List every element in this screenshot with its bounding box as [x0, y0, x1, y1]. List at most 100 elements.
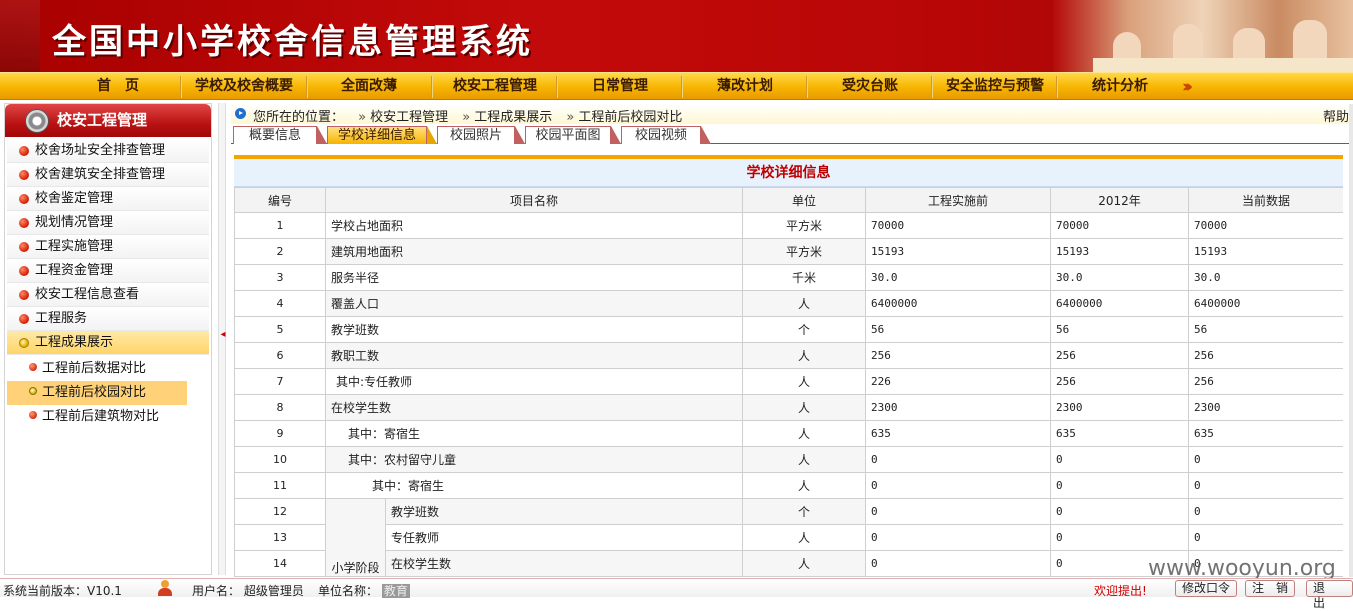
sidebar-item-service[interactable]: 工程服务	[7, 307, 209, 331]
location-icon	[235, 108, 246, 119]
table-row: 5 教学班数 个 56 56 56	[234, 316, 1343, 343]
bullet-icon	[19, 338, 29, 348]
vertical-scrollbar[interactable]	[1349, 104, 1353, 577]
header-students-photo	[1053, 0, 1353, 72]
sidebar-item-results[interactable]: 工程成果展示	[7, 331, 209, 355]
column-header: 单位	[742, 187, 867, 213]
item-unit: 人	[742, 290, 867, 317]
value-before: 0	[865, 498, 1052, 525]
detail-panel: 学校详细信息 编号 项目名称 单位 工程实施前 2012年 当前数据 1 学校占…	[234, 155, 1343, 577]
row-number: 10	[234, 446, 326, 473]
item-unit: 人	[742, 550, 867, 577]
nav-daily-management[interactable]: 日常管理	[558, 73, 682, 100]
sidebar: 校安工程管理 校舍场址安全排查管理 校舍建筑安全排查管理 校舍鉴定管理 规划情况…	[4, 103, 212, 575]
table-row: 1 学校占地面积 平方米 70000 70000 70000	[234, 212, 1343, 239]
item-name: 其中:专任教师	[324, 368, 744, 395]
value-current: 635	[1188, 420, 1343, 447]
value-2012: 2300	[1050, 394, 1190, 421]
sidebar-item-building-safety[interactable]: 校舍建筑安全排查管理	[7, 163, 209, 187]
exit-button[interactable]: 退 出	[1306, 580, 1353, 610]
value-2012: 0	[1050, 446, 1190, 473]
sidebar-item-label: 工程成果展示	[35, 335, 114, 350]
logout-button[interactable]: 注 销	[1245, 580, 1296, 597]
row-number: 4	[234, 290, 326, 317]
table-row: 10 其中：农村留守儿童 人 0 0 0	[234, 446, 1343, 473]
nav-improvement-plan[interactable]: 薄改计划	[683, 73, 807, 100]
item-unit: 千米	[742, 264, 867, 291]
tab-school-detail[interactable]: 学校详细信息	[327, 126, 437, 144]
item-name: 教学班数	[384, 498, 744, 525]
row-number: 6	[234, 342, 326, 369]
nav-disaster-ledger[interactable]: 受灾台账	[808, 73, 932, 100]
sidebar-splitter[interactable]: ◂	[218, 103, 226, 575]
tab-campus-photos[interactable]: 校园照片	[437, 126, 525, 144]
sidebar-subitem-data-compare[interactable]: 工程前后数据对比	[7, 357, 209, 381]
collapse-arrow-icon[interactable]: ◂	[219, 329, 227, 340]
value-before: 6400000	[865, 290, 1052, 317]
bullet-icon	[29, 387, 37, 395]
tab-campus-plan[interactable]: 校园平面图	[525, 126, 621, 144]
item-unit: 个	[742, 498, 867, 525]
sidebar-item-planning[interactable]: 规划情况管理	[7, 211, 209, 235]
help-link[interactable]: 帮助	[1323, 106, 1349, 125]
value-2012: 0	[1050, 524, 1190, 551]
breadcrumb-prefix: 您所在的位置：	[253, 110, 345, 125]
row-number: 2	[234, 238, 326, 265]
sidebar-item-label: 校舍建筑安全排查管理	[35, 167, 166, 182]
tab-campus-video[interactable]: 校园视频	[621, 126, 711, 144]
item-unit: 个	[742, 316, 867, 343]
unit-value: 教育	[381, 584, 410, 598]
item-unit: 人	[742, 524, 867, 551]
tab-overview[interactable]: 概要信息	[233, 126, 327, 144]
bullet-icon	[29, 411, 37, 419]
nav-full-improvement[interactable]: 全面改薄	[308, 73, 430, 100]
sidebar-item-appraisal[interactable]: 校舍鉴定管理	[7, 187, 209, 211]
nav-arrows-icon: ›››	[1182, 77, 1193, 97]
sidebar-subitem-label: 工程前后校园对比	[42, 385, 147, 400]
row-number: 1	[234, 212, 326, 239]
detail-title: 学校详细信息	[234, 159, 1343, 187]
sidebar-subitem-building-compare[interactable]: 工程前后建筑物对比	[7, 405, 209, 429]
bullet-icon	[19, 194, 29, 204]
item-name: 学校占地面积	[324, 212, 744, 239]
sidebar-subitem-campus-compare[interactable]: 工程前后校园对比	[7, 381, 187, 405]
sidebar-item-site-safety[interactable]: 校舍场址安全排查管理	[7, 139, 209, 163]
value-2012: 30.0	[1050, 264, 1190, 291]
nav-school-overview[interactable]: 学校及校舍概要	[182, 73, 306, 100]
sidebar-item-implementation[interactable]: 工程实施管理	[7, 235, 209, 259]
nav-home[interactable]: 首 页	[58, 73, 178, 100]
table-row: 9 其中：寄宿生 人 635 635 635	[234, 420, 1343, 447]
chevron-right-icon: »	[566, 110, 575, 125]
row-number: 3	[234, 264, 326, 291]
nav-school-safety[interactable]: 校安工程管理	[433, 73, 557, 100]
value-current: 2300	[1188, 394, 1343, 421]
item-name: 其中：寄宿生	[324, 420, 744, 447]
bullet-icon	[19, 242, 29, 252]
breadcrumb-level-2[interactable]: 工程成果展示	[474, 110, 552, 125]
bullet-icon	[29, 363, 37, 371]
column-header: 当前数据	[1188, 187, 1343, 213]
sidebar-item-info-view[interactable]: 校安工程信息查看	[7, 283, 209, 307]
change-password-button[interactable]: 修改口令	[1175, 580, 1238, 597]
row-number: 12	[234, 498, 326, 525]
value-before: 0	[865, 550, 1052, 577]
sidebar-item-label: 校舍场址安全排查管理	[35, 143, 166, 158]
table-row: 12 小学阶段 教学班数 个 0 0 0	[234, 498, 1343, 577]
sidebar-item-funding[interactable]: 工程资金管理	[7, 259, 209, 283]
value-before: 15193	[865, 238, 1052, 265]
group-label: 小学阶段	[325, 498, 386, 577]
item-name: 建筑用地面积	[324, 238, 744, 265]
app-header: 全国中小学校舍信息管理系统	[0, 0, 1353, 72]
sidebar-item-label: 校安工程信息查看	[35, 287, 140, 302]
bullet-icon	[19, 146, 29, 156]
nav-safety-monitoring[interactable]: 安全监控与预警	[933, 73, 1057, 100]
nav-statistics[interactable]: 统计分析	[1058, 73, 1182, 100]
bullet-icon	[19, 314, 29, 324]
value-current: 56	[1188, 316, 1343, 343]
breadcrumb-level-3: 工程前后校园对比	[578, 110, 683, 125]
value-2012: 635	[1050, 420, 1190, 447]
table-row: 4 覆盖人口 人 6400000 6400000 6400000	[234, 290, 1343, 317]
breadcrumb-level-1[interactable]: 校安工程管理	[370, 110, 448, 125]
value-before: 0	[865, 446, 1052, 473]
row-number: 11	[234, 472, 326, 499]
